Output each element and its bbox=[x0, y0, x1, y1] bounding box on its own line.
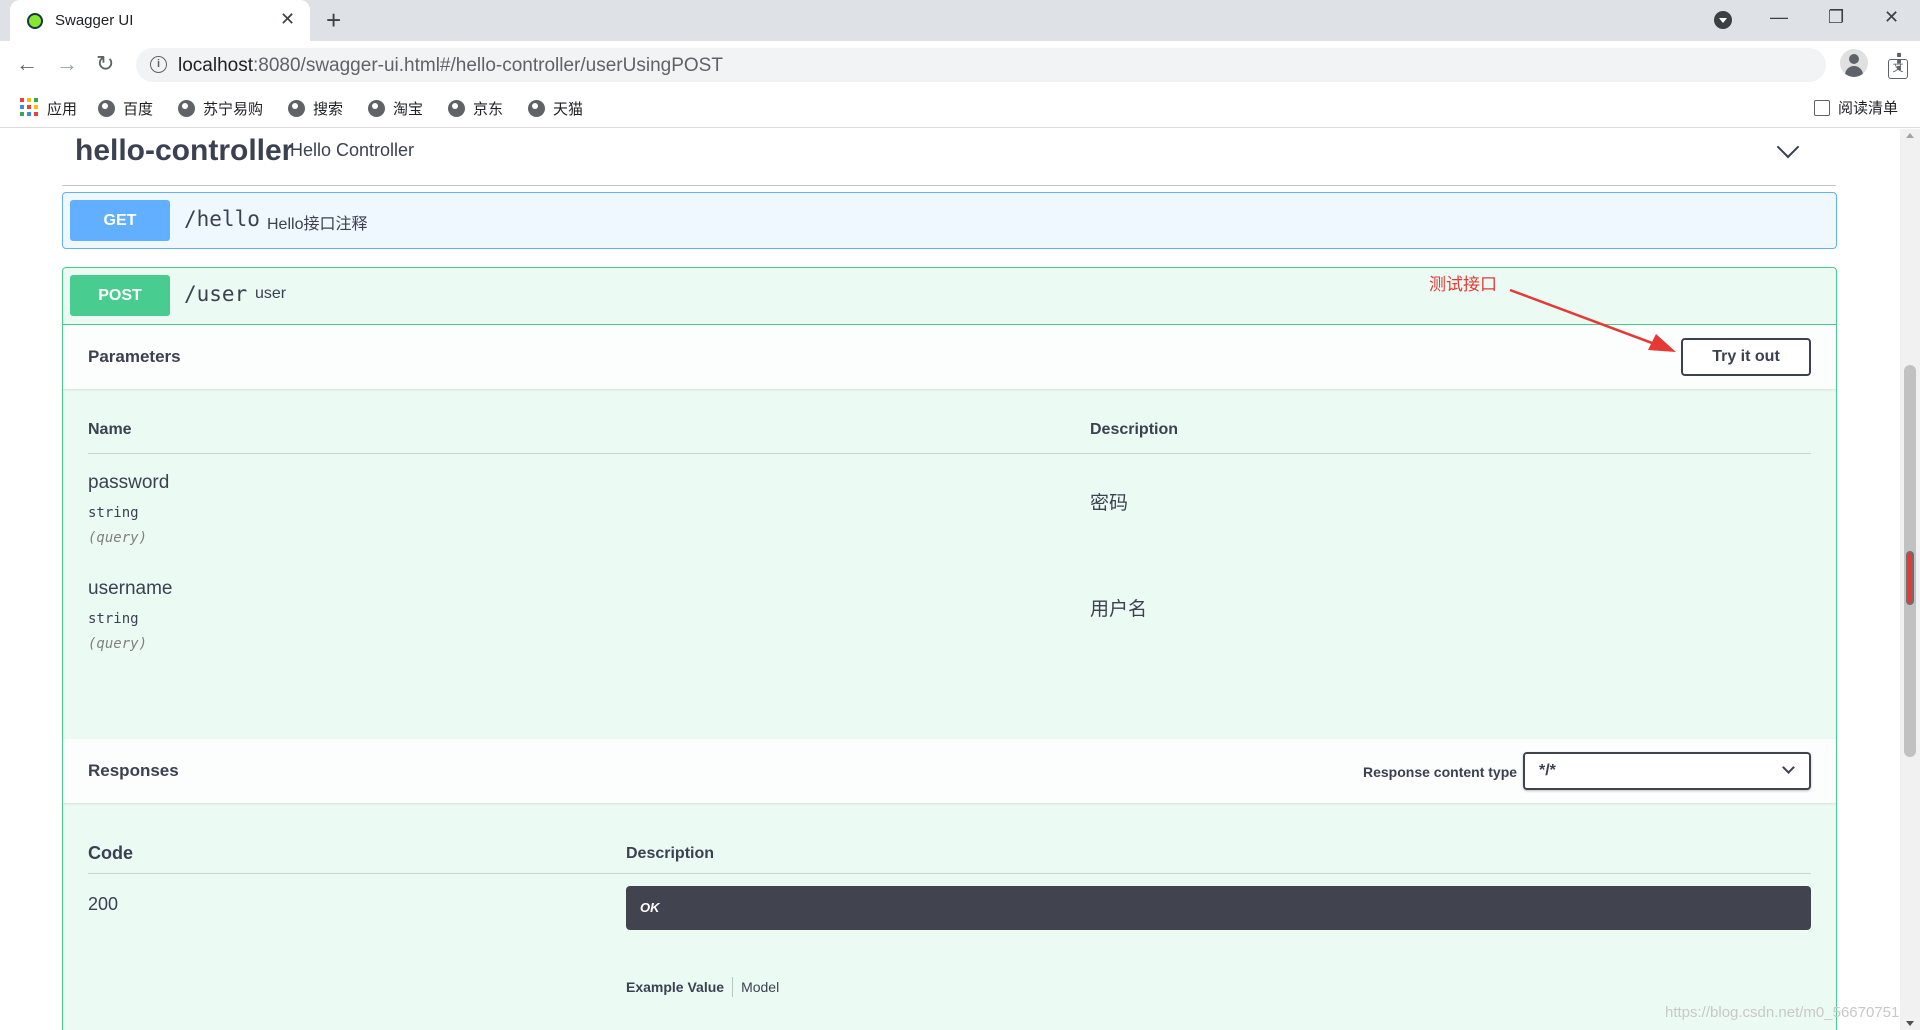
bookmark-tmall[interactable]: 天猫 bbox=[528, 98, 583, 118]
param-name: username bbox=[88, 578, 173, 599]
operation-path: /user bbox=[184, 282, 248, 306]
restore-icon[interactable]: ❐ bbox=[1828, 7, 1844, 28]
response-content-type-select[interactable]: */* bbox=[1523, 752, 1811, 790]
browser-tab[interactable]: Swagger UI ✕ bbox=[10, 0, 310, 41]
response-code: 200 bbox=[88, 894, 119, 914]
response-description: OK bbox=[640, 900, 660, 915]
bookmark-search[interactable]: 搜索 bbox=[288, 98, 343, 118]
tab-search-icon[interactable] bbox=[1714, 11, 1732, 29]
forward-icon[interactable]: → bbox=[56, 51, 78, 77]
method-badge-get: GET bbox=[70, 200, 170, 241]
page-viewport: hello-controller Hello Controller GET /h… bbox=[0, 129, 1900, 1030]
bookmark-suning[interactable]: 苏宁易购 bbox=[178, 98, 263, 118]
globe-icon bbox=[368, 99, 385, 117]
operation-get-hello[interactable]: GET /hello Hello接口注释 bbox=[62, 192, 1837, 249]
bookmarks-bar: 应用 百度 苏宁易购 搜索 淘宝 京东 天猫 阅读清单 bbox=[0, 88, 1920, 128]
param-type: string bbox=[88, 505, 139, 521]
param-table-divider bbox=[88, 453, 1811, 454]
param-col-name: Name bbox=[88, 421, 132, 438]
bookmark-jd[interactable]: 京东 bbox=[448, 98, 503, 118]
operation-summary-bar[interactable]: POST /user user bbox=[63, 268, 1836, 325]
scroll-up-arrow-icon[interactable] bbox=[1906, 133, 1914, 138]
url-text: localhost:8080/swagger-ui.html#/hello-co… bbox=[178, 55, 723, 76]
example-value-tab[interactable]: Example Value bbox=[626, 979, 724, 995]
responses-header: Responses Response content type */* bbox=[63, 739, 1836, 803]
reading-list-icon bbox=[1814, 99, 1830, 116]
param-name: password bbox=[88, 472, 170, 493]
address-bar[interactable]: i localhost:8080/swagger-ui.html#/hello-… bbox=[136, 48, 1908, 82]
response-col-code: Code bbox=[88, 843, 133, 863]
annotation-label: 测试接口 bbox=[1429, 275, 1497, 295]
close-tab-icon[interactable]: ✕ bbox=[280, 9, 295, 30]
operation-path: /hello bbox=[184, 207, 260, 231]
chevron-down-icon[interactable] bbox=[1776, 135, 1800, 159]
response-table-divider bbox=[88, 873, 1811, 874]
operation-summary: Hello接口注释 bbox=[267, 216, 368, 233]
response-col-description: Description bbox=[626, 845, 715, 862]
param-description: 密码 bbox=[1090, 493, 1129, 514]
scroll-down-arrow-icon[interactable] bbox=[1906, 1021, 1914, 1026]
selected-content-type: */* bbox=[1539, 762, 1556, 779]
param-col-description: Description bbox=[1090, 421, 1179, 438]
operation-summary: user bbox=[255, 285, 287, 302]
minimize-icon[interactable]: — bbox=[1770, 7, 1788, 28]
reading-list-button[interactable]: 阅读清单 bbox=[1814, 97, 1898, 118]
param-location: (query) bbox=[88, 530, 148, 546]
watermark: https://blog.csdn.net/m0_56670751 bbox=[1665, 1004, 1900, 1021]
bookmark-baidu[interactable]: 百度 bbox=[98, 98, 153, 118]
new-tab-icon[interactable]: + bbox=[326, 5, 341, 36]
globe-icon bbox=[98, 99, 115, 117]
tab-title: Swagger UI bbox=[55, 12, 134, 29]
reload-icon[interactable]: ↻ bbox=[96, 51, 114, 77]
swagger-favicon-icon bbox=[27, 13, 43, 29]
chevron-down-icon bbox=[1782, 761, 1795, 774]
responses-title: Responses bbox=[88, 761, 179, 780]
parameters-header: Parameters Try it out bbox=[63, 325, 1836, 389]
controller-title: hello-controller bbox=[75, 134, 294, 167]
back-icon[interactable]: ← bbox=[16, 51, 38, 77]
globe-icon bbox=[528, 99, 545, 117]
example-model-tabs: Example Value Model bbox=[626, 977, 779, 997]
scroll-position-marker bbox=[1906, 551, 1914, 605]
parameters-title: Parameters bbox=[88, 347, 181, 366]
param-type: string bbox=[88, 611, 139, 627]
site-info-icon[interactable]: i bbox=[150, 56, 167, 73]
controller-section-header[interactable]: hello-controller Hello Controller bbox=[62, 129, 1836, 186]
tab-divider bbox=[732, 977, 734, 997]
response-description-box: OK bbox=[626, 886, 1811, 930]
close-window-icon[interactable]: ✕ bbox=[1884, 7, 1899, 28]
vertical-scrollbar[interactable] bbox=[1900, 129, 1920, 1030]
bookmark-apps[interactable]: 应用 bbox=[47, 98, 77, 118]
globe-icon bbox=[178, 99, 195, 117]
bookmark-taobao[interactable]: 淘宝 bbox=[368, 98, 423, 118]
browser-toolbar: ← → ↻ i localhost:8080/swagger-ui.html#/… bbox=[0, 41, 1920, 88]
globe-icon bbox=[288, 99, 305, 117]
param-description: 用户名 bbox=[1090, 599, 1148, 620]
apps-grid-icon[interactable] bbox=[20, 98, 38, 116]
globe-icon bbox=[448, 99, 465, 117]
profile-avatar-icon[interactable] bbox=[1840, 49, 1868, 77]
method-badge-post: POST bbox=[70, 275, 170, 316]
controller-description: Hello Controller bbox=[290, 140, 415, 160]
model-tab[interactable]: Model bbox=[741, 979, 779, 995]
try-it-out-button[interactable]: Try it out bbox=[1681, 338, 1811, 376]
param-location: (query) bbox=[88, 636, 148, 652]
tab-strip: Swagger UI ✕ + — ❐ ✕ bbox=[0, 0, 1920, 41]
more-menu-icon[interactable]: ⋮ bbox=[1888, 49, 1910, 75]
operation-post-user: POST /user user Parameters Try it out Na… bbox=[62, 267, 1837, 1030]
response-content-type-label: Response content type bbox=[1363, 764, 1518, 780]
